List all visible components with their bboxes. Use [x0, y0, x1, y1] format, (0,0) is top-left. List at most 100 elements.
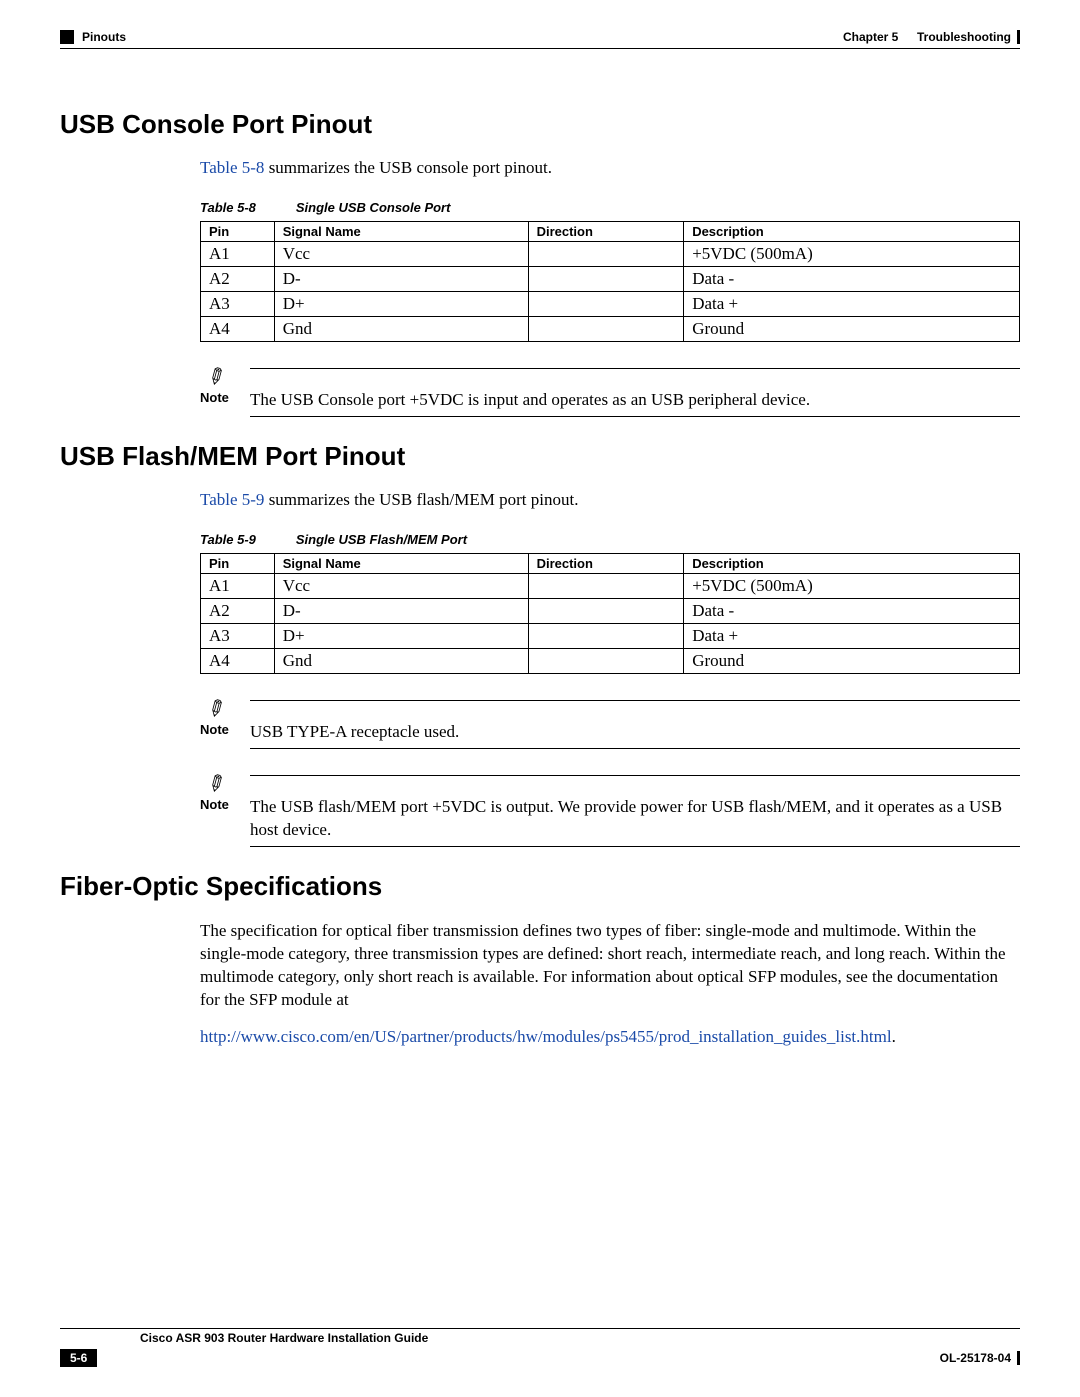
- cell-signal: Vcc: [274, 242, 528, 267]
- table-row: A4Gnd Ground: [201, 648, 1020, 673]
- note-rule-top: [250, 775, 1020, 776]
- cell-pin: A4: [201, 648, 275, 673]
- cell-pin: A3: [201, 623, 275, 648]
- note-label: Note: [200, 390, 229, 405]
- table-row: A1Vcc +5VDC (500mA): [201, 242, 1020, 267]
- heading-usb-console: USB Console Port Pinout: [60, 109, 1020, 140]
- caption-prefix-5-8: Table 5-8: [200, 200, 256, 215]
- col-direction: Direction: [528, 222, 684, 242]
- header-section-label: Pinouts: [82, 30, 126, 44]
- header-chapter-label: Chapter 5: [843, 30, 898, 44]
- cell-direction: [528, 242, 684, 267]
- cell-description: Ground: [684, 317, 1020, 342]
- note-usb-console: ✎ Note The USB Console port +5VDC is inp…: [200, 366, 1020, 417]
- col-description: Description: [684, 553, 1020, 573]
- pencil-icon: ✎: [204, 770, 231, 798]
- note-label: Note: [200, 722, 229, 737]
- col-direction: Direction: [528, 553, 684, 573]
- table-row: A3D+ Data +: [201, 623, 1020, 648]
- caption-title-5-8: Single USB Console Port: [296, 200, 451, 215]
- table-usb-flash: Pin Signal Name Direction Description A1…: [200, 553, 1020, 674]
- pencil-icon: ✎: [204, 363, 231, 391]
- table-ref-5-9[interactable]: Table 5-9: [200, 490, 264, 509]
- caption-table-5-9: Table 5-9 Single USB Flash/MEM Port: [200, 532, 1020, 547]
- heading-usb-flash: USB Flash/MEM Port Pinout: [60, 441, 1020, 472]
- table-row: A1Vcc +5VDC (500mA): [201, 573, 1020, 598]
- note-text: USB TYPE-A receptacle used.: [250, 721, 1020, 744]
- cell-direction: [528, 317, 684, 342]
- cell-signal: Gnd: [274, 317, 528, 342]
- cell-signal: Gnd: [274, 648, 528, 673]
- cell-description: Data +: [684, 623, 1020, 648]
- cell-signal: D+: [274, 292, 528, 317]
- cell-signal: D+: [274, 623, 528, 648]
- table-row: A3D+ Data +: [201, 292, 1020, 317]
- col-signal: Signal Name: [274, 222, 528, 242]
- cell-pin: A2: [201, 267, 275, 292]
- note-usb-flash-1: ✎ Note USB TYPE-A receptacle used.: [200, 698, 1020, 749]
- header-chapter-title: Troubleshooting: [917, 30, 1011, 44]
- cell-description: Ground: [684, 648, 1020, 673]
- table-usb-console: Pin Signal Name Direction Description A1…: [200, 221, 1020, 342]
- pencil-icon: ✎: [204, 695, 231, 723]
- footer-doc-id: OL-25178-04: [940, 1351, 1011, 1365]
- table-row: A2D- Data -: [201, 598, 1020, 623]
- note-text: The USB flash/MEM port +5VDC is output. …: [250, 796, 1020, 842]
- cell-pin: A2: [201, 598, 275, 623]
- page-footer: Cisco ASR 903 Router Hardware Installati…: [60, 1328, 1020, 1367]
- intro-usb-flash-rest: summarizes the USB flash/MEM port pinout…: [264, 490, 578, 509]
- table-header-row: Pin Signal Name Direction Description: [201, 222, 1020, 242]
- fiber-url-period: .: [892, 1027, 896, 1046]
- header-rule: [60, 48, 1020, 49]
- note-rule-bottom: [250, 748, 1020, 749]
- cell-pin: A4: [201, 317, 275, 342]
- cell-direction: [528, 598, 684, 623]
- header-square-icon: [60, 30, 74, 44]
- col-signal: Signal Name: [274, 553, 528, 573]
- note-rule-top: [250, 700, 1020, 701]
- col-description: Description: [684, 222, 1020, 242]
- cell-signal: D-: [274, 598, 528, 623]
- cell-direction: [528, 292, 684, 317]
- caption-prefix-5-9: Table 5-9: [200, 532, 256, 547]
- fiber-url-link[interactable]: http://www.cisco.com/en/US/partner/produ…: [200, 1027, 892, 1046]
- page-number-badge: 5-6: [60, 1349, 97, 1367]
- cell-direction: [528, 573, 684, 598]
- note-rule-bottom: [250, 846, 1020, 847]
- note-usb-flash-2: ✎ Note The USB flash/MEM port +5VDC is o…: [200, 773, 1020, 847]
- intro-usb-flash: Table 5-9 summarizes the USB flash/MEM p…: [200, 490, 1020, 510]
- caption-title-5-9: Single USB Flash/MEM Port: [296, 532, 467, 547]
- intro-usb-console-rest: summarizes the USB console port pinout.: [264, 158, 552, 177]
- cell-description: Data -: [684, 598, 1020, 623]
- note-rule-bottom: [250, 416, 1020, 417]
- caption-table-5-8: Table 5-8 Single USB Console Port: [200, 200, 1020, 215]
- table-row: A4Gnd Ground: [201, 317, 1020, 342]
- cell-direction: [528, 267, 684, 292]
- fiber-paragraph: The specification for optical fiber tran…: [200, 920, 1020, 1012]
- cell-description: Data +: [684, 292, 1020, 317]
- table-ref-5-8[interactable]: Table 5-8: [200, 158, 264, 177]
- cell-direction: [528, 623, 684, 648]
- cell-direction: [528, 648, 684, 673]
- cell-signal: Vcc: [274, 573, 528, 598]
- cell-pin: A1: [201, 573, 275, 598]
- col-pin: Pin: [201, 553, 275, 573]
- table-header-row: Pin Signal Name Direction Description: [201, 553, 1020, 573]
- footer-rule: [60, 1328, 1020, 1329]
- cell-pin: A1: [201, 242, 275, 267]
- cell-pin: A3: [201, 292, 275, 317]
- cell-description: +5VDC (500mA): [684, 242, 1020, 267]
- cell-description: Data -: [684, 267, 1020, 292]
- table-row: A2D- Data -: [201, 267, 1020, 292]
- cell-description: +5VDC (500mA): [684, 573, 1020, 598]
- footer-bar-icon: [1017, 1351, 1020, 1365]
- page-header: Pinouts Chapter 5 Troubleshooting: [60, 30, 1020, 44]
- col-pin: Pin: [201, 222, 275, 242]
- header-bar-icon: [1017, 30, 1020, 44]
- intro-usb-console: Table 5-8 summarizes the USB console por…: [200, 158, 1020, 178]
- cell-signal: D-: [274, 267, 528, 292]
- note-rule-top: [250, 368, 1020, 369]
- heading-fiber-optic: Fiber-Optic Specifications: [60, 871, 1020, 902]
- note-label: Note: [200, 797, 229, 812]
- footer-guide-title: Cisco ASR 903 Router Hardware Installati…: [140, 1331, 1020, 1345]
